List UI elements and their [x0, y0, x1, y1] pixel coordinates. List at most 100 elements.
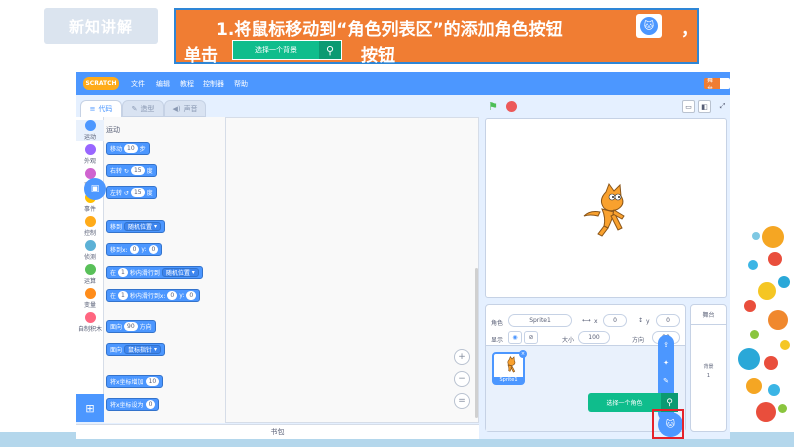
category-looks[interactable]: 外观: [76, 144, 104, 165]
small-stage-icon[interactable]: ▭: [682, 100, 695, 113]
block-input[interactable]: 1: [118, 268, 128, 277]
block-input[interactable]: 90: [124, 322, 138, 331]
surprise-sprite-icon[interactable]: ✦: [658, 357, 674, 369]
decorative-dot: [764, 356, 778, 370]
x-field[interactable]: 0: [603, 314, 627, 327]
menu-help[interactable]: 帮助: [234, 79, 248, 89]
block-text: 在: [110, 270, 117, 277]
block-input[interactable]: 0: [148, 245, 159, 254]
block-input[interactable]: 0: [145, 400, 156, 409]
block-text: 在: [110, 293, 117, 300]
block-change-x[interactable]: 将x坐标增加 10: [106, 375, 164, 388]
stage-header: ⚑ ▭ ◧ ⤢: [482, 97, 730, 117]
tab-code[interactable]: ≡ 代码: [80, 100, 122, 117]
menu-controller[interactable]: 控制器: [203, 79, 224, 89]
block-glide-xy[interactable]: 在 1 秒内滑行到x: 0 y: 0: [106, 289, 201, 302]
category-label: 侦测: [83, 254, 96, 261]
category-menu: 运动 外观 声音 事件 控制 侦测 运算 变量 自制积木: [76, 117, 104, 415]
large-stage-icon[interactable]: ◧: [698, 100, 711, 113]
decorative-dot: [746, 378, 762, 394]
y-arrows-icon: ↕: [638, 317, 644, 324]
show-eye-icon[interactable]: ◉: [508, 331, 522, 344]
block-dropdown[interactable]: 鼠标指针 ▾: [124, 345, 161, 354]
code-workspace[interactable]: + − =: [226, 117, 479, 423]
paint-sprite-icon[interactable]: ✎: [658, 375, 674, 387]
backdrops-label: 背景: [703, 364, 714, 370]
block-glide[interactable]: 在 1 秒内滑行到 随机位置 ▾: [106, 266, 203, 279]
block-input[interactable]: 15: [130, 166, 145, 175]
decorative-dot: [750, 330, 759, 339]
block-input[interactable]: 0: [186, 291, 197, 300]
category-dot-icon: [84, 240, 96, 251]
block-input[interactable]: 15: [130, 188, 145, 197]
brush-icon: ✎: [131, 104, 138, 113]
y-field[interactable]: 0: [656, 314, 680, 327]
block-text: y:: [141, 246, 147, 253]
backpack[interactable]: 书包: [76, 424, 479, 439]
workspace-scrollbar[interactable]: [475, 268, 478, 418]
block-text: 将x坐标设为: [110, 402, 144, 409]
block-point-towards[interactable]: 面向 鼠标指针 ▾: [106, 343, 165, 356]
cat-sprite-icon[interactable]: [578, 182, 638, 242]
add-extension-icon[interactable]: ⊞: [76, 394, 104, 422]
category-variables[interactable]: 变量: [76, 288, 104, 309]
zoom-out-icon[interactable]: −: [454, 371, 470, 387]
choose-backdrop-icon[interactable]: ▣: [84, 178, 106, 200]
block-text: 移动: [110, 146, 123, 153]
fullscreen-icon[interactable]: ⤢: [716, 100, 729, 113]
menu-tutorials[interactable]: 教程: [180, 79, 194, 89]
block-input[interactable]: 10: [145, 377, 160, 386]
block-goto[interactable]: 移到 随机位置 ▾: [106, 220, 165, 233]
menu-edit[interactable]: 编辑: [156, 79, 170, 89]
block-goto-xy[interactable]: 移到x: 0 y: 0: [106, 243, 163, 256]
search-icon: ⚲: [319, 41, 341, 59]
backdrops-count: 1: [706, 373, 711, 379]
category-dot-icon: [84, 288, 96, 299]
category-operators[interactable]: 运算: [76, 264, 104, 285]
sprite-thumbnail[interactable]: × Sprite1: [492, 350, 527, 385]
menu-file[interactable]: 文件: [131, 79, 145, 89]
zoom-reset-icon[interactable]: =: [454, 393, 470, 409]
sprite-name-field[interactable]: Sprite1: [508, 314, 572, 327]
block-set-x[interactable]: 将x坐标设为 0: [106, 398, 160, 411]
category-my-blocks[interactable]: 自制积木: [76, 312, 104, 333]
block-turn-right[interactable]: 右转 ↻ 15 度: [106, 164, 157, 177]
stage-canvas[interactable]: [485, 118, 727, 298]
stage-target-pane[interactable]: 舞台 背景 1: [690, 304, 727, 432]
category-label: 外观: [83, 158, 96, 165]
size-label: 大小: [562, 337, 575, 344]
category-dot-icon: [84, 264, 96, 275]
block-turn-left[interactable]: 左转 ↺ 15 度: [106, 186, 157, 199]
choose-backdrop-label: 选择一个背景: [233, 41, 319, 59]
scratch-logo[interactable]: SCRATCH: [83, 77, 119, 90]
decorative-dot: [780, 340, 790, 350]
tab-costumes[interactable]: ✎ 造型: [122, 100, 164, 117]
stage-toggle[interactable]: 舞台: [704, 78, 730, 89]
size-field[interactable]: 100: [578, 331, 610, 344]
decorative-dot: [768, 252, 782, 266]
block-text: 方向: [139, 324, 152, 331]
category-label: 运算: [83, 278, 96, 285]
block-input[interactable]: 0: [129, 245, 140, 254]
block-point-direction[interactable]: 面向 90 方向: [106, 320, 156, 333]
block-dropdown[interactable]: 随机位置 ▾: [161, 268, 199, 277]
block-move-steps[interactable]: 移动 10 步: [106, 142, 150, 155]
hide-eye-icon[interactable]: ⊘: [524, 331, 538, 344]
category-control[interactable]: 控制: [76, 216, 104, 237]
block-text: 步: [139, 146, 146, 153]
category-dot-icon: [84, 216, 96, 227]
block-input[interactable]: 10: [124, 144, 138, 153]
block-input[interactable]: 0: [167, 291, 178, 300]
block-input[interactable]: 1: [118, 291, 128, 300]
block-dropdown[interactable]: 随机位置 ▾: [124, 222, 161, 231]
tab-sounds[interactable]: ◀) 声音: [164, 100, 206, 117]
category-motion[interactable]: 运动: [76, 120, 104, 141]
upload-sprite-icon[interactable]: ⇪: [658, 339, 674, 351]
choose-backdrop-button-illustration: 选择一个背景 ⚲: [232, 40, 342, 60]
green-flag-icon[interactable]: ⚑: [488, 100, 498, 113]
decorative-dot: [778, 404, 787, 413]
stop-icon[interactable]: [506, 101, 517, 112]
category-sensing[interactable]: 侦测: [76, 240, 104, 261]
zoom-in-icon[interactable]: +: [454, 349, 470, 365]
category-dot-icon: [84, 120, 96, 131]
